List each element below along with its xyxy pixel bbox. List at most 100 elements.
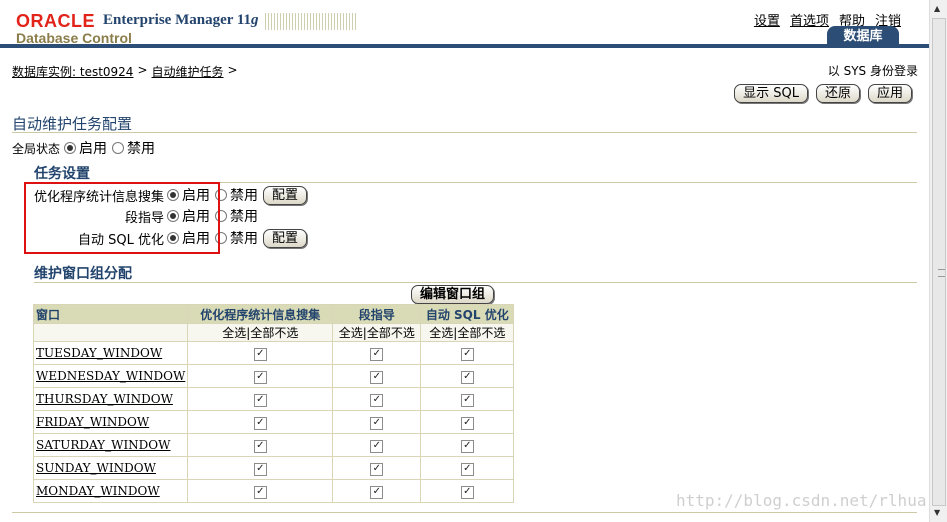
column-header-sql-tuning: 自动 SQL 优化 [420,304,515,324]
select-all-link[interactable]: 全选 [429,326,453,340]
table-row: FRIDAY_WINDOW ✓ ✓ ✓ [32,410,515,434]
checked-checkbox[interactable]: ✓ [460,371,474,384]
table-row: THURSDAY_WINDOW ✓ ✓ ✓ [32,387,515,411]
checked-checkbox[interactable]: ✓ [460,486,474,499]
checkbox-cell: ✓ [187,433,334,457]
window-link[interactable]: FRIDAY_WINDOW [36,415,149,429]
tab-database[interactable]: 数据库 [827,26,899,46]
checked-checkbox[interactable]: ✓ [460,440,474,453]
checkbox-cell: ✓ [420,364,515,388]
checkbox-cell: ✓ [420,410,515,434]
checked-checkbox[interactable]: ✓ [370,463,384,476]
table-row: MONDAY_WINDOW ✓ ✓ ✓ [32,479,515,503]
checked-checkbox[interactable]: ✓ [460,417,474,430]
global-disable-radio[interactable] [112,142,125,154]
window-name-cell: FRIDAY_WINDOW [32,410,189,434]
breadcrumb-instance-link[interactable]: 数据库实例: test0924 [12,63,133,80]
window-link[interactable]: TUESDAY_WINDOW [36,346,162,360]
product-title: Enterprise Manager 11g [103,12,259,29]
product-name: Enterprise Manager 11 [103,12,252,28]
select-all-spacer [32,323,189,342]
checkbox-cell: ✓ [332,479,422,503]
select-controls: 全选|全部不选 [187,323,334,342]
grip-icon [938,269,945,277]
checked-checkbox[interactable]: ✓ [370,417,384,430]
settings-link[interactable]: 设置 [754,10,780,29]
window-link[interactable]: THURSDAY_WINDOW [36,392,173,406]
table-row: SATURDAY_WINDOW ✓ ✓ ✓ [32,433,515,457]
window-group-title: 维护窗口组分配 [34,263,917,283]
edit-window-group-wrapper: 编辑窗口组 [411,285,495,304]
window-link[interactable]: WEDNESDAY_WINDOW [36,369,185,383]
checkbox-cell: ✓ [420,341,515,365]
window-name-cell: MONDAY_WINDOW [32,479,189,503]
table-header-row: 窗口 优化程序统计信息搜集 段指导 自动 SQL 优化 [32,304,515,324]
configure-optimizer-button[interactable]: 配置 [263,185,308,205]
checked-checkbox[interactable]: ✓ [370,394,384,407]
global-enable-label: 启用 [79,141,108,157]
column-header-segment-advisor: 段指导 [332,304,422,324]
scroll-up-icon[interactable]: ▲ [934,4,940,13]
global-enable-radio[interactable] [64,142,77,154]
edit-window-group-button[interactable]: 编辑窗口组 [411,285,495,304]
column-header-window: 窗口 [32,304,189,324]
select-controls: 全选|全部不选 [420,323,515,342]
table-row: TUESDAY_WINDOW ✓ ✓ ✓ [32,341,515,365]
window-name-cell: THURSDAY_WINDOW [32,387,189,411]
checkbox-cell: ✓ [420,433,515,457]
checked-checkbox[interactable]: ✓ [370,371,384,384]
tab-bar [0,44,929,48]
checkbox-cell: ✓ [187,341,334,365]
table-row: SUNDAY_WINDOW ✓ ✓ ✓ [32,456,515,480]
task-settings-title: 任务设置 [34,163,917,183]
window-link[interactable]: MONDAY_WINDOW [36,484,160,498]
checked-checkbox[interactable]: ✓ [253,394,267,407]
checked-checkbox[interactable]: ✓ [253,348,267,361]
header-decoration [265,13,358,30]
checkbox-cell: ✓ [332,387,422,411]
column-header-optimizer: 优化程序统计信息搜集 [187,304,334,324]
checked-checkbox[interactable]: ✓ [370,440,384,453]
checkbox-cell: ✓ [332,364,422,388]
select-all-row: 全选|全部不选 全选|全部不选 全选|全部不选 [32,323,515,342]
table-row: WEDNESDAY_WINDOW ✓ ✓ ✓ [32,364,515,388]
task-disable-label: 禁用 [230,231,258,247]
page-title-text: 自动维护任务配置 [12,115,133,133]
select-all-link[interactable]: 全选 [222,326,246,340]
checked-checkbox[interactable]: ✓ [253,463,267,476]
select-all-link[interactable]: 全选 [339,326,363,340]
checkbox-cell: ✓ [420,387,515,411]
vertical-scrollbar[interactable]: ▲ ▼ [929,0,947,522]
breadcrumb-separator: > [137,63,148,77]
checked-checkbox[interactable]: ✓ [370,348,384,361]
checked-checkbox[interactable]: ✓ [253,417,267,430]
checkbox-cell: ✓ [420,456,515,480]
show-sql-button[interactable]: 显示 SQL [734,84,808,103]
deselect-all-link[interactable]: 全部不选 [457,326,505,340]
checkbox-cell: ✓ [332,341,422,365]
checked-checkbox[interactable]: ✓ [253,486,267,499]
checked-checkbox[interactable]: ✓ [370,486,384,499]
checked-checkbox[interactable]: ✓ [253,440,267,453]
window-link[interactable]: SUNDAY_WINDOW [36,461,156,475]
checked-checkbox[interactable]: ✓ [460,348,474,361]
product-version: g [251,12,259,28]
checkbox-cell: ✓ [332,433,422,457]
breadcrumb: 数据库实例: test0924 > 自动维护任务 > [12,63,238,80]
checked-checkbox[interactable]: ✓ [253,371,267,384]
window-link[interactable]: SATURDAY_WINDOW [36,438,170,452]
breadcrumb-current-link[interactable]: 自动维护任务 [152,63,224,80]
configure-sql-tuning-button[interactable]: 配置 [263,228,308,248]
apply-button[interactable]: 应用 [867,84,912,103]
global-disable-label: 禁用 [127,141,156,157]
deselect-all-link[interactable]: 全部不选 [250,326,298,340]
deselect-all-link[interactable]: 全部不选 [367,326,415,340]
revert-button[interactable]: 还原 [815,84,860,103]
checked-checkbox[interactable]: ✓ [460,394,474,407]
scroll-down-icon[interactable]: ▼ [934,508,940,517]
checked-checkbox[interactable]: ✓ [460,463,474,476]
preferences-link[interactable]: 首选项 [790,10,829,29]
oracle-logo: ORACLE [16,11,95,31]
checkbox-cell: ✓ [187,479,334,503]
scrollbar-thumb[interactable] [932,18,946,506]
